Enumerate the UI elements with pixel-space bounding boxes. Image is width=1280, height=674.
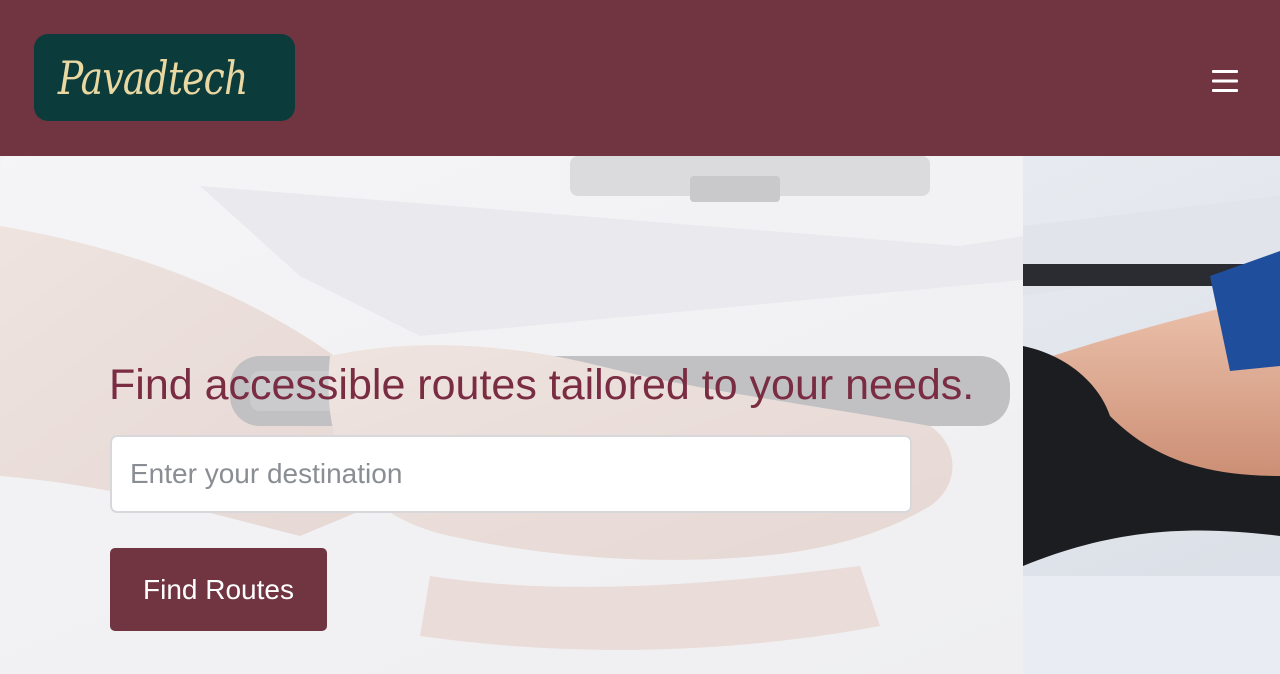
top-navbar: Pavadtech [0,0,1280,156]
brand-logo-text: Pavadtech [57,50,248,105]
brand-logo[interactable]: Pavadtech [34,34,295,121]
hamburger-menu-icon [1212,70,1238,92]
hero-title: Find accessible routes tailored to your … [109,361,975,409]
menu-button[interactable] [1206,64,1244,98]
find-routes-button[interactable]: Find Routes [110,548,327,631]
destination-input[interactable] [110,435,912,513]
hero-section: Find accessible routes tailored to your … [0,156,1280,674]
